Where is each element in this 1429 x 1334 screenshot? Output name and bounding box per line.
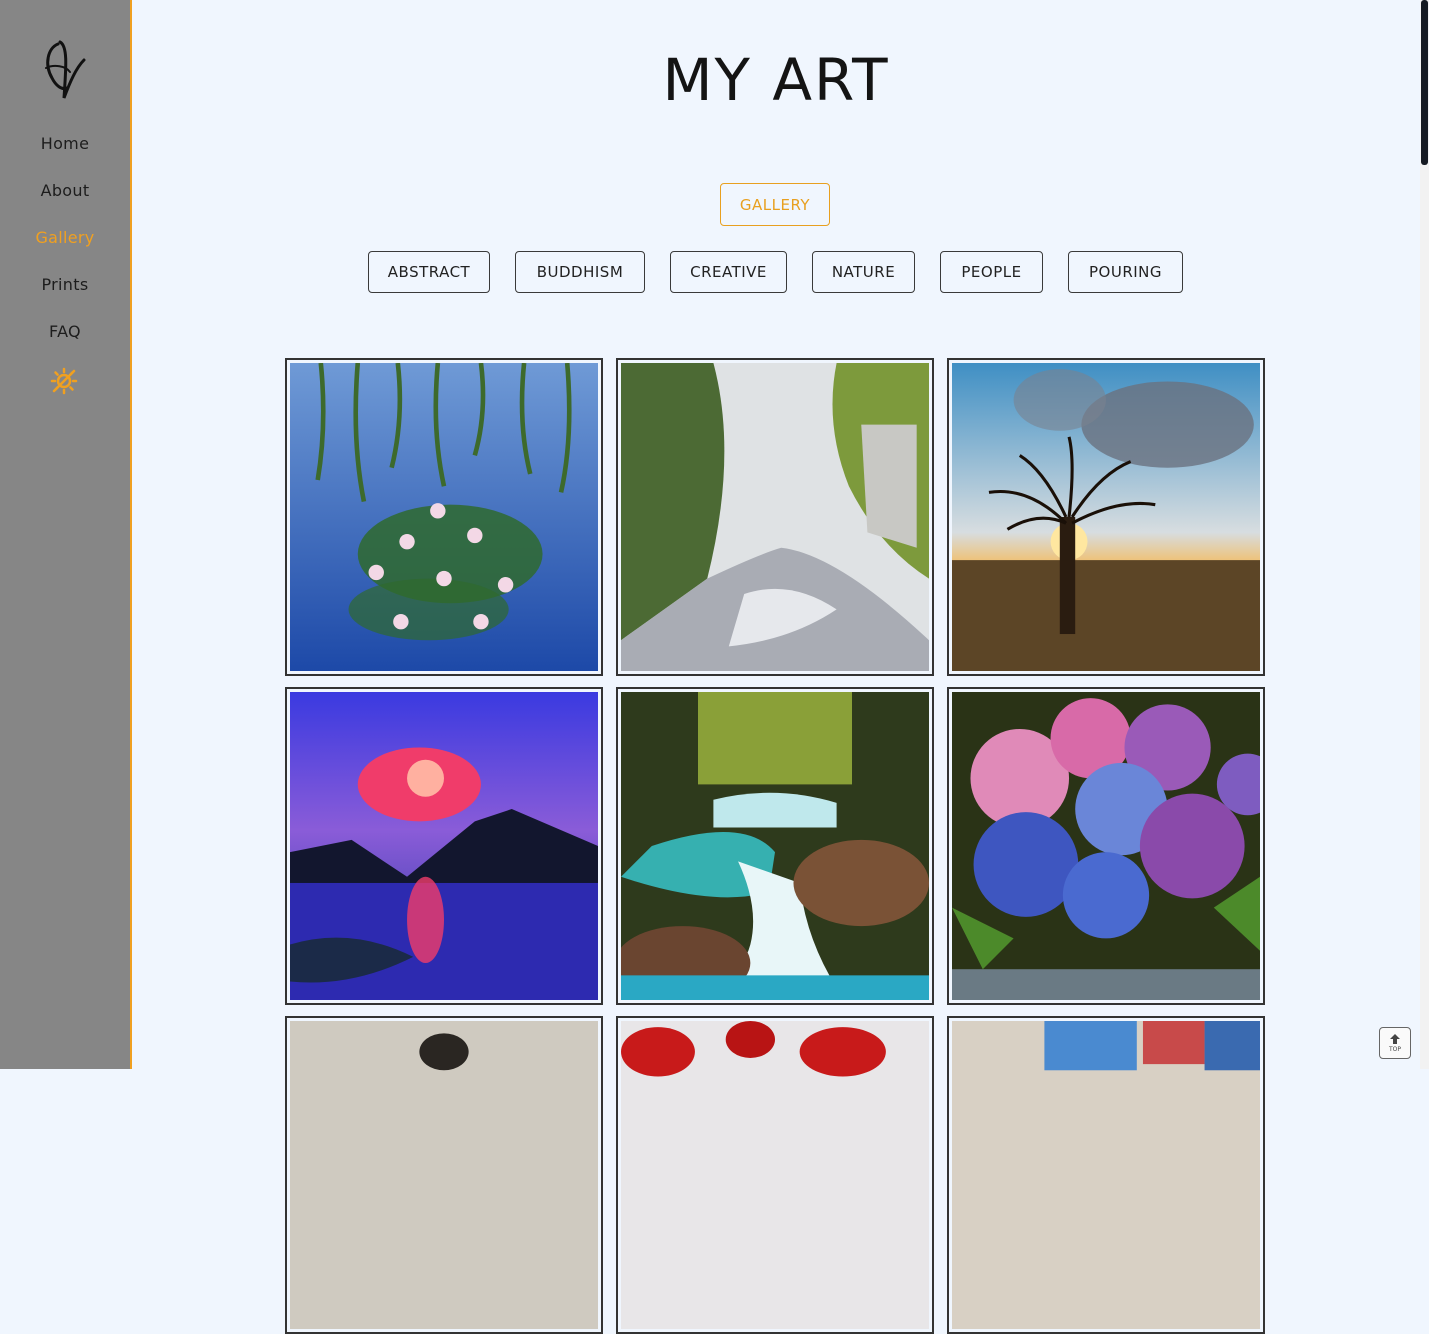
main-content: MY ART GALLERY ABSTRACT BUDDHISM CREATIV… — [132, 0, 1420, 1334]
nav-prints[interactable]: Prints — [0, 271, 130, 318]
filter-people[interactable]: PEOPLE — [940, 251, 1043, 293]
filter-nature[interactable]: NATURE — [812, 251, 915, 293]
artwork-water-lilies[interactable] — [285, 358, 603, 676]
main-nav: Home About Gallery Prints FAQ — [0, 130, 130, 365]
sun-icon[interactable] — [50, 367, 78, 395]
artwork-hydrangeas[interactable] — [947, 687, 1265, 1005]
artwork-abstract-pour[interactable] — [947, 1016, 1265, 1334]
gallery-button[interactable]: GALLERY — [720, 183, 830, 226]
artwork-poppies[interactable] — [616, 1016, 934, 1334]
filter-pouring[interactable]: POURING — [1068, 251, 1183, 293]
nav-gallery[interactable]: Gallery — [0, 224, 130, 271]
nav-home[interactable]: Home — [0, 130, 130, 177]
artwork-figure[interactable] — [285, 1016, 603, 1334]
artwork-mountain-sunset[interactable] — [285, 687, 603, 1005]
artwork-tree-sunset[interactable] — [947, 358, 1265, 676]
logo[interactable] — [40, 38, 90, 104]
back-to-top-button[interactable]: TOP — [1379, 1027, 1411, 1059]
filter-creative[interactable]: CREATIVE — [670, 251, 787, 293]
artwork-waterfall[interactable] — [616, 687, 934, 1005]
filter-buddhism[interactable]: BUDDHISM — [515, 251, 645, 293]
back-to-top-label: TOP — [1388, 1046, 1401, 1053]
nav-about[interactable]: About — [0, 177, 130, 224]
artwork-forest-river[interactable] — [616, 358, 934, 676]
scrollbar-thumb[interactable] — [1421, 0, 1428, 165]
nav-faq[interactable]: FAQ — [0, 318, 130, 365]
scrollbar[interactable] — [1420, 0, 1429, 1069]
page-title: MY ART — [662, 46, 890, 114]
sidebar: Home About Gallery Prints FAQ — [0, 0, 132, 1069]
arrow-up-icon — [1390, 1034, 1400, 1044]
filter-abstract[interactable]: ABSTRACT — [368, 251, 490, 293]
